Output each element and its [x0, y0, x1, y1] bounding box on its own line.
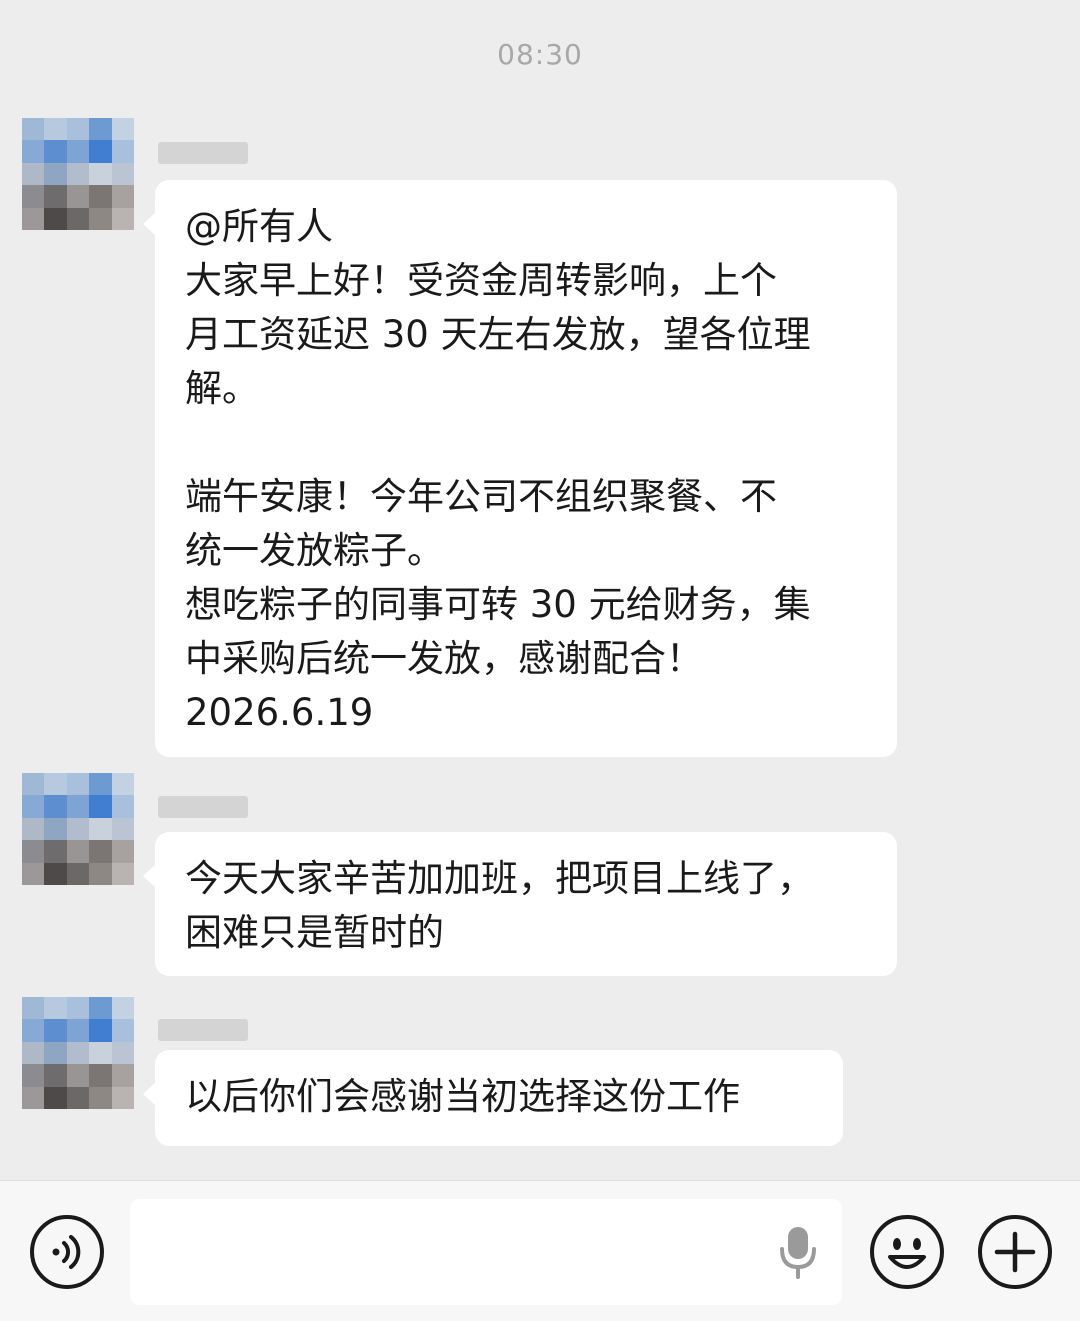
message-line: 今天大家辛苦加加班，把项目上线了， 困难只是暂时的	[185, 857, 814, 954]
sender-name	[158, 796, 248, 818]
timestamp: 08:30	[497, 38, 583, 71]
message-line: 2026.6.19	[185, 691, 374, 734]
message-bubble[interactable]: 以后你们会感谢当初选择这份工作	[143, 1050, 843, 1146]
message-input[interactable]	[130, 1199, 842, 1305]
message-bubble[interactable]: @所有人 大家早上好！受资金周转影响，上个 月工资延迟 30 天左右发放，望各位…	[143, 180, 897, 757]
avatar[interactable]	[22, 773, 134, 885]
sender-name	[158, 142, 248, 164]
message-line: 端午安康！今年公司不组织聚餐、不 统一发放粽子。	[185, 475, 777, 572]
emoji-icon	[888, 1238, 926, 1269]
avatar[interactable]	[22, 997, 134, 1109]
avatar[interactable]	[22, 118, 134, 230]
voice-button[interactable]	[30, 1215, 104, 1289]
plus-icon	[994, 1231, 1036, 1273]
message-line: 大家早上好！受资金周转影响，上个 月工资延迟 30 天左右发放，望各位理 解。	[185, 259, 811, 410]
message-line: 想吃粽子的同事可转 30 元给财务，集 中采购后统一发放，感谢配合！	[185, 583, 811, 680]
input-bar	[0, 1180, 1080, 1321]
message-bubble[interactable]: 今天大家辛苦加加班，把项目上线了， 困难只是暂时的	[143, 832, 897, 976]
message-line: @所有人	[185, 205, 333, 248]
emoji-button[interactable]	[870, 1215, 944, 1289]
more-button[interactable]	[978, 1215, 1052, 1289]
sender-name	[158, 1019, 248, 1041]
voice-icon	[52, 1235, 81, 1269]
message-line: 以后你们会感谢当初选择这份工作	[185, 1075, 740, 1118]
microphone-icon[interactable]	[776, 1223, 820, 1283]
